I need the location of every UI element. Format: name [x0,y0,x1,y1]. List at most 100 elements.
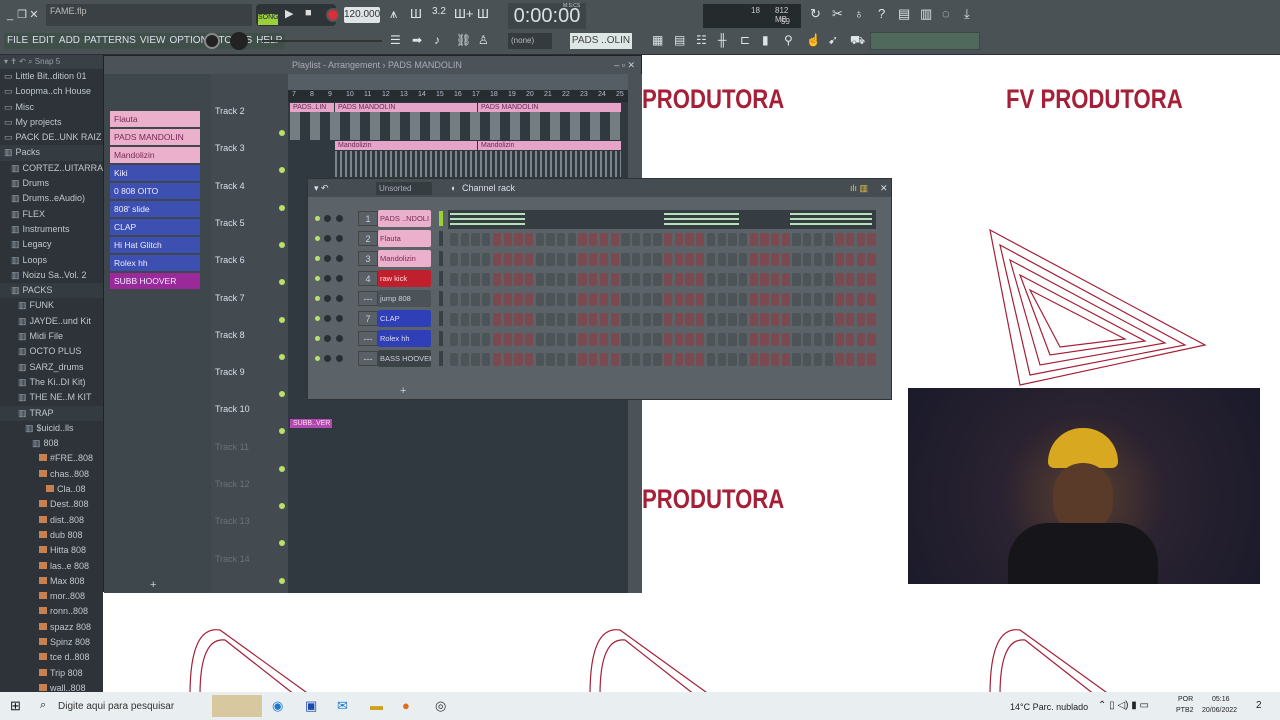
step-button[interactable] [589,353,598,366]
step-button[interactable] [813,333,823,346]
step-button[interactable] [717,293,726,306]
step-button[interactable] [835,253,844,266]
step-button[interactable] [621,333,630,346]
piano-roll-preview[interactable] [448,210,876,229]
track-mute-led[interactable] [279,540,285,547]
piano-roll-icon[interactable]: ▤ [674,33,685,47]
song-mode-button[interactable]: SONG [258,14,279,25]
step-button[interactable] [589,233,598,246]
step-button[interactable] [653,313,662,326]
browser-item[interactable]: ▥ Loops [0,253,103,268]
step-button[interactable] [728,293,737,306]
step-button[interactable] [546,353,555,366]
step-button[interactable] [460,333,470,346]
channel-name-button[interactable]: Flauta [378,230,431,247]
step-button[interactable] [845,273,855,286]
step-button[interactable] [567,353,577,366]
step-button[interactable] [460,273,470,286]
step-button[interactable] [674,273,684,286]
step-button[interactable] [674,353,684,366]
step-button[interactable] [557,273,566,286]
step-button[interactable] [813,313,823,326]
pan-knob[interactable] [324,335,331,342]
pan-knob[interactable] [324,215,331,222]
step-button[interactable] [738,293,748,306]
step-button[interactable] [856,333,865,346]
channel-select-indicator[interactable] [439,331,443,346]
step-button[interactable] [760,353,769,366]
step-button[interactable] [471,333,480,346]
channel-name-button[interactable]: raw kick [378,270,431,287]
weather-text[interactable]: 14°C Parc. nublado [1010,702,1088,712]
step-button[interactable] [642,293,651,306]
step-button[interactable] [503,233,512,246]
pattern-item[interactable]: Mandolizin [110,147,200,163]
step-button[interactable] [674,233,684,246]
clip-pads[interactable]: PADS MANDOLIN [335,103,477,112]
step-button[interactable] [471,293,480,306]
volume-knob[interactable] [336,335,343,342]
step-button[interactable] [792,313,801,326]
track-mute-led[interactable] [279,577,285,584]
step-button[interactable] [717,333,726,346]
pan-knob[interactable] [324,275,331,282]
browser-item[interactable]: ▭ Misc [0,100,103,115]
step-button[interactable] [631,253,641,266]
step-button[interactable] [771,273,780,286]
mixer-track-number[interactable]: 7 [358,311,378,326]
step-button[interactable] [835,333,844,346]
step-button[interactable] [482,333,491,346]
step-button[interactable] [557,253,566,266]
volume-knob[interactable] [336,215,343,222]
step-button[interactable] [631,313,641,326]
pan-knob[interactable] [324,355,331,362]
track-name[interactable]: Track 14 [215,554,250,564]
step-button[interactable] [471,353,480,366]
step-button[interactable] [803,353,812,366]
browser-item[interactable]: ▭ My projects [0,115,103,130]
step-button[interactable] [696,353,705,366]
channel-name-button[interactable]: Mandolizin [378,250,431,267]
channel-name-button[interactable]: CLAP [378,310,431,327]
step-button[interactable] [685,313,694,326]
browser-item[interactable]: Hitta 808 [0,543,103,558]
step-button[interactable] [546,253,555,266]
step-button[interactable] [535,233,544,246]
menu-edit[interactable]: EDIT [32,33,55,49]
step-button[interactable] [546,333,555,346]
channel-rack-icon[interactable]: ☷ [696,33,707,47]
mixer-track-number[interactable]: --- [358,331,378,346]
step-button[interactable] [450,293,459,306]
step-button[interactable] [664,313,673,326]
step-button[interactable] [599,273,609,286]
step-button[interactable] [514,253,523,266]
step-button[interactable] [471,253,480,266]
minimize-icon[interactable]: _ [4,9,16,21]
play-icon[interactable]: ▶ [285,7,293,20]
pan-knob[interactable] [324,315,331,322]
step-button[interactable] [728,313,737,326]
step-button[interactable] [813,273,823,286]
step-button[interactable] [781,273,791,286]
step-button[interactable] [621,293,630,306]
track-name[interactable]: Track 13 [215,516,250,526]
step-button[interactable] [824,353,833,366]
step-button[interactable] [781,293,791,306]
step-button[interactable] [599,333,609,346]
step-button[interactable] [749,353,758,366]
graph-icon[interactable]: ılı ▥ [850,179,868,197]
step-button[interactable] [492,333,502,346]
track-name[interactable]: Track 9 [215,367,245,377]
track-mute-led[interactable] [279,241,285,248]
clip-subb[interactable]: SUBB..VER [290,419,332,428]
volume-knob[interactable] [336,355,343,362]
menu-arrow-icon[interactable]: ▾ ↶ [314,179,329,197]
track-name[interactable]: Track 10 [215,404,250,414]
browser-item[interactable]: ▥ The Ki..DI Kit) [0,375,103,390]
step-button[interactable] [482,253,491,266]
step-button[interactable] [749,233,758,246]
step-button[interactable] [492,253,502,266]
step-button[interactable] [524,233,534,246]
step-button[interactable] [674,293,684,306]
step-button[interactable] [460,353,470,366]
